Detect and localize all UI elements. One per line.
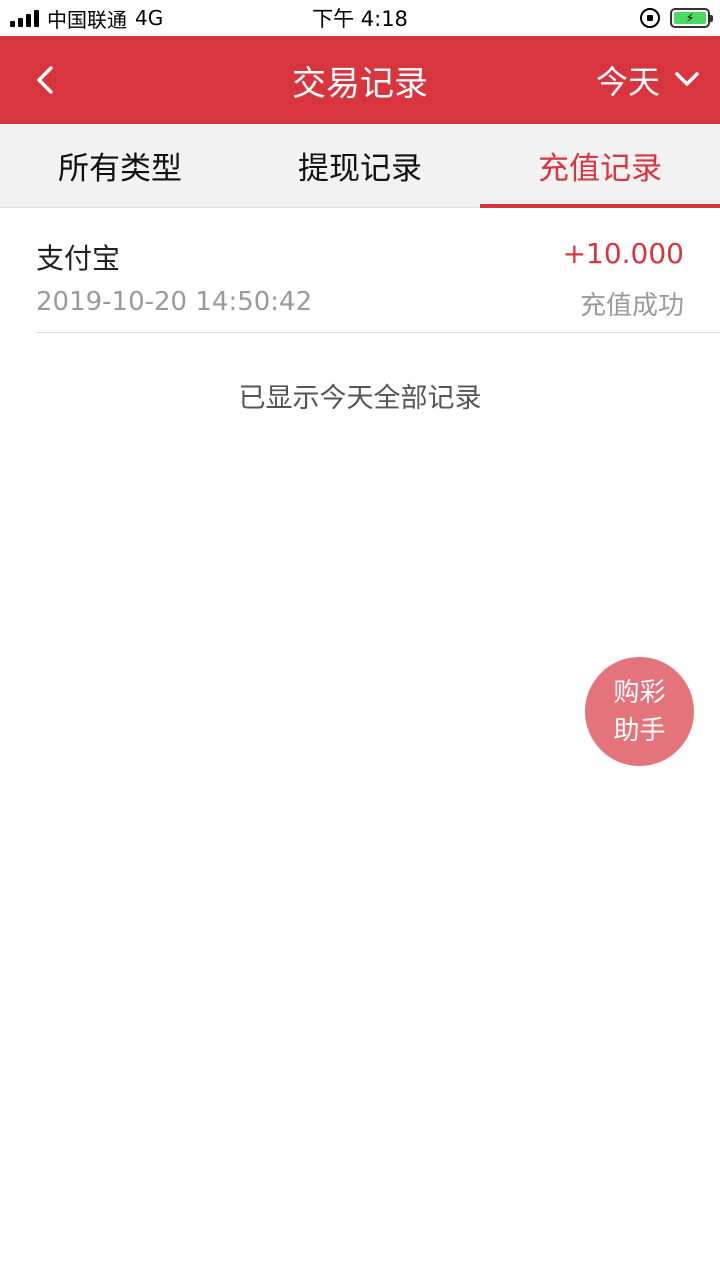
record-amount: +10.000 [562,237,684,270]
list-item[interactable]: 支付宝 +10.000 2019-10-20 14:50:42 充值成功 [36,209,720,333]
tab-bar: 所有类型 提现记录 充值记录 [0,124,720,208]
orientation-lock-icon [640,8,660,28]
date-filter-label: 今天 [595,63,660,101]
record-time: 2019-10-20 14:50:42 [36,287,313,317]
back-button[interactable] [22,56,70,104]
record-status: 充值成功 [579,291,684,321]
record-name: 支付宝 [36,242,121,275]
lottery-helper-button[interactable]: 购彩 助手 [585,657,694,766]
helper-line-2: 助手 [613,715,666,746]
end-of-list-note: 已显示今天全部记录 [238,383,482,414]
status-bar: 中国联通 4G 下午 4:18 ⚡ [0,0,720,36]
tab-recharges[interactable]: 充值记录 [480,124,720,208]
chevron-down-icon [675,72,699,86]
date-filter-dropdown[interactable]: 今天 [596,54,700,106]
nav-header: 交易记录 今天 [0,36,720,124]
helper-line-1: 购彩 [613,677,666,708]
battery-charging-icon: ⚡ [670,8,713,28]
status-right: ⚡ [640,0,713,36]
chevron-left-icon [37,66,53,94]
tab-withdrawals[interactable]: 提现记录 [240,124,480,207]
tab-all-types[interactable]: 所有类型 [0,124,240,207]
status-time: 下午 4:18 [312,7,408,31]
